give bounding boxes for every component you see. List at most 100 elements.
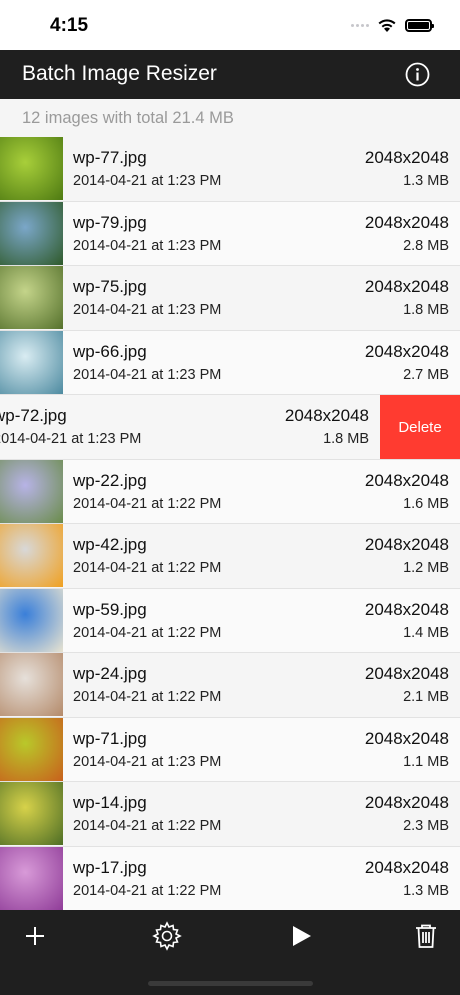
list-item-content[interactable]: wp-66.jpg 2014-04-21 at 1:23 PM 2048x2048 2… bbox=[0, 330, 460, 395]
summary-bar: 12 images with total 21.4 MB bbox=[0, 99, 460, 137]
file-date: 2014-04-21 at 1:23 PM bbox=[73, 366, 222, 383]
file-date: 2014-04-21 at 1:22 PM bbox=[73, 624, 222, 641]
summary-text: 12 images with total 21.4 MB bbox=[22, 109, 234, 127]
file-size: 1.3 MB bbox=[403, 173, 449, 189]
file-name: wp-14.jpg bbox=[73, 793, 147, 812]
file-size: 1.4 MB bbox=[403, 624, 449, 641]
list-item[interactable]: wp-71.jpg 2014-04-21 at 1:23 PM 2048x2048 1… bbox=[0, 717, 460, 782]
trash-icon[interactable] bbox=[412, 922, 440, 950]
gear-icon[interactable] bbox=[151, 920, 183, 952]
image-thumbnail bbox=[0, 653, 63, 716]
list-item[interactable]: wp-14.jpg 2014-04-21 at 1:22 PM 2048x2048 2… bbox=[0, 782, 460, 847]
play-icon[interactable] bbox=[287, 922, 315, 950]
file-dimensions: 2048x2048 bbox=[364, 793, 449, 812]
file-size: 1.2 MB bbox=[403, 560, 449, 576]
file-size: 1.8 MB bbox=[403, 302, 449, 318]
delete-button[interactable]: Delete bbox=[380, 395, 460, 459]
file-size: 1.1 MB bbox=[403, 753, 449, 770]
file-dimensions: 2048x2048 bbox=[364, 535, 449, 554]
list-item[interactable]: wp-72.jpg 2014-04-21 at 1:23 PM 2048x2048 1… bbox=[0, 395, 460, 460]
list-item-content[interactable]: wp-24.jpg 2014-04-21 at 1:22 PM 2048x2048 2… bbox=[0, 653, 460, 717]
file-date: 2014-04-21 at 1:23 PM bbox=[0, 431, 142, 447]
image-thumbnail bbox=[0, 782, 63, 845]
file-size: 2.8 MB bbox=[403, 237, 449, 254]
list-item-content[interactable]: wp-71.jpg 2014-04-21 at 1:23 PM 2048x2048 1… bbox=[0, 717, 460, 782]
file-size: 2.3 MB bbox=[403, 818, 449, 834]
list-item-content[interactable]: wp-59.jpg 2014-04-21 at 1:22 PM 2048x2048 1… bbox=[0, 588, 460, 653]
image-thumbnail bbox=[0, 459, 63, 523]
file-dimensions: 2048x2048 bbox=[364, 470, 449, 490]
file-size: 1.3 MB bbox=[403, 882, 449, 899]
file-date: 2014-04-21 at 1:23 PM bbox=[73, 173, 222, 189]
file-dimensions: 2048x2048 bbox=[364, 341, 449, 361]
file-name: wp-77.jpg bbox=[73, 148, 147, 167]
list-item[interactable]: wp-77.jpg 2014-04-21 at 1:23 PM 2048x2048 1… bbox=[0, 137, 460, 202]
image-thumbnail bbox=[0, 330, 63, 394]
file-name: wp-59.jpg bbox=[73, 599, 147, 619]
nav-bar: Batch Image Resizer bbox=[0, 50, 460, 99]
list-item[interactable]: wp-42.jpg 2014-04-21 at 1:22 PM 2048x2048 1… bbox=[0, 524, 460, 589]
bottom-toolbar bbox=[0, 910, 460, 995]
file-dimensions: 2048x2048 bbox=[364, 599, 449, 619]
image-list: wp-77.jpg 2014-04-21 at 1:23 PM 2048x2048 1… bbox=[0, 137, 460, 910]
status-bar: 4:15 bbox=[0, 0, 460, 50]
file-name: wp-71.jpg bbox=[73, 728, 147, 748]
file-name: wp-75.jpg bbox=[73, 277, 147, 296]
list-item[interactable]: wp-59.jpg 2014-04-21 at 1:22 PM 2048x2048 1… bbox=[0, 588, 460, 653]
image-thumbnail bbox=[0, 717, 63, 781]
file-date: 2014-04-21 at 1:23 PM bbox=[73, 753, 222, 770]
file-dimensions: 2048x2048 bbox=[364, 277, 449, 296]
image-thumbnail bbox=[0, 201, 63, 265]
file-date: 2014-04-21 at 1:23 PM bbox=[73, 237, 222, 254]
list-item[interactable]: wp-66.jpg 2014-04-21 at 1:23 PM 2048x2048 2… bbox=[0, 330, 460, 395]
image-thumbnail bbox=[0, 266, 63, 329]
file-date: 2014-04-21 at 1:22 PM bbox=[73, 560, 222, 576]
file-size: 1.6 MB bbox=[403, 495, 449, 512]
list-item-content[interactable]: wp-22.jpg 2014-04-21 at 1:22 PM 2048x2048 1… bbox=[0, 459, 460, 524]
image-thumbnail bbox=[0, 524, 63, 587]
file-name: wp-22.jpg bbox=[73, 470, 147, 490]
file-dimensions: 2048x2048 bbox=[364, 212, 449, 232]
file-date: 2014-04-21 at 1:22 PM bbox=[73, 882, 222, 899]
file-date: 2014-04-21 at 1:22 PM bbox=[73, 495, 222, 512]
list-item[interactable]: wp-75.jpg 2014-04-21 at 1:23 PM 2048x2048 1… bbox=[0, 266, 460, 331]
status-icons bbox=[351, 18, 434, 33]
file-name: wp-72.jpg bbox=[0, 406, 67, 425]
file-dimensions: 2048x2048 bbox=[364, 664, 449, 683]
file-date: 2014-04-21 at 1:22 PM bbox=[73, 818, 222, 834]
info-icon[interactable] bbox=[405, 62, 430, 87]
plus-icon[interactable] bbox=[21, 922, 49, 950]
file-dimensions: 2048x2048 bbox=[364, 148, 449, 167]
list-item-content[interactable]: wp-79.jpg 2014-04-21 at 1:23 PM 2048x2048 2… bbox=[0, 201, 460, 266]
image-thumbnail bbox=[0, 588, 63, 652]
file-date: 2014-04-21 at 1:23 PM bbox=[73, 302, 222, 318]
list-item-content[interactable]: wp-77.jpg 2014-04-21 at 1:23 PM 2048x2048 1… bbox=[0, 137, 460, 201]
wifi-icon bbox=[378, 19, 396, 32]
file-date: 2014-04-21 at 1:22 PM bbox=[73, 689, 222, 705]
list-item-content[interactable]: wp-17.jpg 2014-04-21 at 1:22 PM 2048x2048 1… bbox=[0, 846, 460, 910]
home-indicator bbox=[148, 981, 313, 986]
list-item[interactable]: wp-24.jpg 2014-04-21 at 1:22 PM 2048x2048 2… bbox=[0, 653, 460, 718]
file-name: wp-17.jpg bbox=[73, 857, 147, 877]
list-item[interactable]: wp-17.jpg 2014-04-21 at 1:22 PM 2048x2048 1… bbox=[0, 846, 460, 910]
status-time: 4:15 bbox=[50, 15, 89, 36]
list-item-content[interactable]: wp-42.jpg 2014-04-21 at 1:22 PM 2048x2048 1… bbox=[0, 524, 460, 588]
image-thumbnail bbox=[0, 846, 63, 910]
file-dimensions: 2048x2048 bbox=[364, 857, 449, 877]
list-item[interactable]: wp-79.jpg 2014-04-21 at 1:23 PM 2048x2048 2… bbox=[0, 201, 460, 266]
image-thumbnail bbox=[0, 137, 63, 200]
list-item-content[interactable]: wp-72.jpg 2014-04-21 at 1:23 PM 2048x2048 1… bbox=[0, 395, 380, 459]
file-size: 2.1 MB bbox=[403, 689, 449, 705]
list-item[interactable]: wp-22.jpg 2014-04-21 at 1:22 PM 2048x2048 1… bbox=[0, 459, 460, 524]
file-size: 2.7 MB bbox=[403, 366, 449, 383]
list-item-content[interactable]: wp-14.jpg 2014-04-21 at 1:22 PM 2048x2048 2… bbox=[0, 782, 460, 846]
file-size: 1.8 MB bbox=[323, 431, 369, 447]
file-dimensions: 2048x2048 bbox=[284, 406, 369, 425]
battery-icon bbox=[405, 19, 434, 32]
list-item-content[interactable]: wp-75.jpg 2014-04-21 at 1:23 PM 2048x2048 1… bbox=[0, 266, 460, 330]
file-name: wp-79.jpg bbox=[73, 212, 147, 232]
file-name: wp-42.jpg bbox=[73, 535, 147, 554]
file-name: wp-66.jpg bbox=[73, 341, 147, 361]
page-title: Batch Image Resizer bbox=[22, 62, 217, 85]
file-dimensions: 2048x2048 bbox=[364, 728, 449, 748]
